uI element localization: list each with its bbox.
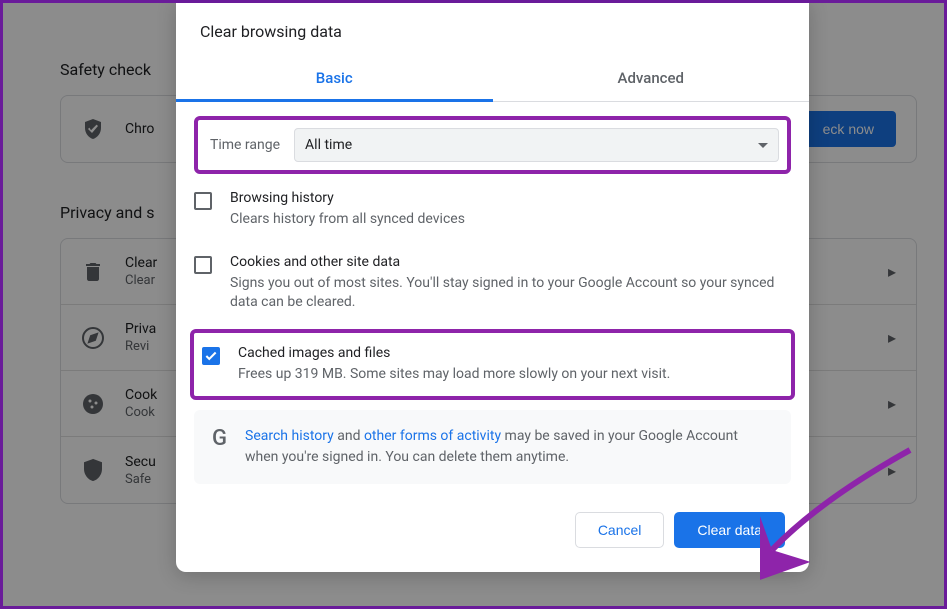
cancel-button[interactable]: Cancel (575, 512, 665, 548)
option-cookies[interactable]: Cookies and other site data Signs you ou… (190, 242, 795, 325)
dialog-title: Clear browsing data (176, 0, 809, 57)
search-history-link[interactable]: Search history (245, 428, 334, 444)
clear-browsing-data-dialog: Clear browsing data Basic Advanced Time … (176, 0, 809, 572)
option-desc: Signs you out of most sites. You'll stay… (230, 274, 791, 313)
option-cache[interactable]: Cached images and files Frees up 319 MB.… (198, 341, 787, 389)
tab-advanced[interactable]: Advanced (493, 57, 810, 101)
info-text: Search history and other forms of activi… (245, 426, 773, 468)
time-range-highlight: Time range All time (194, 116, 791, 174)
cache-highlight: Cached images and files Frees up 319 MB.… (190, 329, 795, 401)
tab-basic[interactable]: Basic (176, 57, 493, 102)
checkbox-history[interactable] (194, 192, 212, 210)
google-icon: G (212, 426, 227, 451)
checkbox-cookies[interactable] (194, 256, 212, 274)
time-range-select[interactable]: All time (294, 128, 779, 162)
checkbox-cache[interactable] (202, 347, 220, 365)
clear-data-button[interactable]: Clear data (674, 512, 785, 548)
option-browsing-history[interactable]: Browsing history Clears history from all… (190, 178, 795, 242)
option-desc: Frees up 319 MB. Some sites may load mor… (238, 365, 783, 385)
option-desc: Clears history from all synced devices (230, 210, 791, 230)
option-title: Cached images and files (238, 345, 783, 361)
option-title: Browsing history (230, 190, 791, 206)
tab-bar: Basic Advanced (176, 57, 809, 102)
option-title: Cookies and other site data (230, 254, 791, 270)
google-account-info: G Search history and other forms of acti… (194, 410, 791, 484)
other-activity-link[interactable]: other forms of activity (364, 428, 501, 444)
time-range-value: All time (305, 137, 352, 153)
time-range-label: Time range (206, 137, 280, 153)
chevron-down-icon (758, 143, 768, 148)
